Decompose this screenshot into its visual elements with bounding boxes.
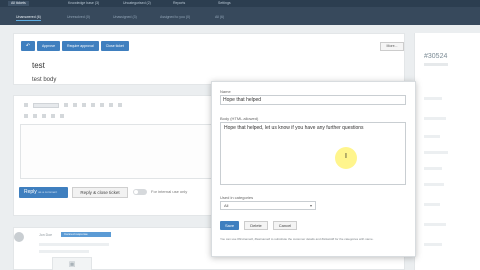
close-ticket-button[interactable]: Close ticket: [100, 41, 129, 51]
bold-icon[interactable]: [64, 103, 68, 107]
help-text: You can use #firstname#, #lastname# to s…: [220, 237, 374, 241]
numbered-list-icon[interactable]: [109, 103, 113, 107]
text-cursor-icon: I: [345, 153, 347, 160]
tab-unassigned[interactable]: Unassigned (3): [113, 13, 137, 21]
reply-button-label: Reply: [24, 189, 37, 195]
category-select[interactable]: All ▾: [220, 201, 316, 210]
sidebar-row: [424, 151, 448, 154]
delete-button[interactable]: Delete: [244, 221, 268, 230]
reply-close-button[interactable]: Reply & close ticket: [72, 187, 128, 198]
ticket-id: #30524: [424, 53, 448, 60]
internal-label: For internal use only: [151, 189, 188, 194]
align-right-icon[interactable]: [42, 114, 46, 118]
cancel-button[interactable]: Cancel: [273, 221, 297, 230]
code-icon[interactable]: [60, 114, 64, 118]
ticket-title: test: [32, 61, 45, 70]
topnav-item-knowledge-base[interactable]: Knowledge base (3): [65, 1, 102, 6]
back-button[interactable]: ↶: [21, 41, 35, 51]
reply-button[interactable]: Reply as a comment: [19, 187, 68, 198]
tab-unanswered[interactable]: Unanswered (6): [16, 13, 41, 21]
preview-line: [39, 250, 89, 253]
editor-toolbar-row2: [24, 114, 64, 120]
avatar: [14, 232, 24, 242]
sub-nav: Unanswered (6) Unresolved (0) Unassigned…: [0, 7, 480, 25]
image-icon[interactable]: [51, 114, 55, 118]
arrow-icon: ↶: [25, 43, 31, 49]
strike-icon[interactable]: [91, 103, 95, 107]
preview-author: Jon Doe: [39, 233, 53, 237]
body-label: Body (HTML allowed): [220, 116, 259, 121]
tab-assigned-to-you[interactable]: Assigned to you (0): [160, 13, 190, 21]
topnav-item-settings[interactable]: Settings: [215, 1, 234, 6]
internal-toggle[interactable]: [133, 189, 147, 195]
approve-button[interactable]: Approve: [37, 41, 61, 51]
reply-button-sub: as a comment: [38, 190, 58, 194]
align-left-icon[interactable]: [24, 114, 28, 118]
category-value: All: [224, 203, 229, 208]
list-icon[interactable]: [100, 103, 104, 107]
canned-response-dialog: Name Body (HTML allowed) Hope that helpe…: [211, 81, 416, 257]
more-button[interactable]: More...: [380, 42, 404, 51]
ticket-body: test body: [32, 77, 57, 83]
sidebar-row: [424, 243, 442, 246]
require-approval-button[interactable]: Require approval: [62, 41, 99, 51]
preview-badge: Canned response: [61, 232, 111, 237]
undo-icon[interactable]: [24, 103, 28, 107]
sidebar-sub: [424, 63, 448, 66]
top-nav: All tickets Knowledge base (3) Uncategor…: [0, 0, 480, 7]
ticket-toolbar: ↶ Approve Require approval Close ticket: [21, 41, 129, 51]
chevron-down-icon: ▾: [309, 203, 312, 208]
name-label: Name: [220, 89, 231, 94]
category-label: Used in categories: [220, 195, 254, 200]
tab-all[interactable]: All (6): [215, 13, 224, 21]
name-field[interactable]: [220, 95, 406, 105]
sidebar-row: [424, 135, 440, 138]
ticket-sidebar: #30524: [414, 33, 480, 270]
save-button[interactable]: Save: [220, 221, 239, 230]
sidebar-row: [424, 183, 444, 186]
link-icon[interactable]: [118, 103, 122, 107]
topnav-item-uncategorised[interactable]: Uncategorised (2): [120, 1, 154, 6]
attachment-icon[interactable]: ▣: [52, 257, 92, 270]
topnav-item-reports[interactable]: Reports: [170, 1, 188, 6]
sidebar-row: [424, 97, 442, 100]
align-center-icon[interactable]: [33, 114, 37, 118]
format-select[interactable]: [33, 103, 59, 108]
body-field[interactable]: Hope that helped, let us know if you hav…: [220, 122, 406, 185]
topnav-item-all-tickets[interactable]: All tickets: [8, 1, 29, 6]
sidebar-row: [424, 223, 446, 226]
italic-icon[interactable]: [73, 103, 77, 107]
underline-icon[interactable]: [82, 103, 86, 107]
sidebar-row: [424, 117, 446, 120]
sidebar-row: [424, 167, 442, 170]
ticket-panel: ↶ Approve Require approval Close ticket …: [13, 33, 405, 85]
sidebar-row: [424, 203, 440, 206]
editor-toolbar: [24, 103, 122, 109]
tab-unresolved[interactable]: Unresolved (0): [67, 13, 90, 21]
preview-line: [39, 243, 109, 246]
